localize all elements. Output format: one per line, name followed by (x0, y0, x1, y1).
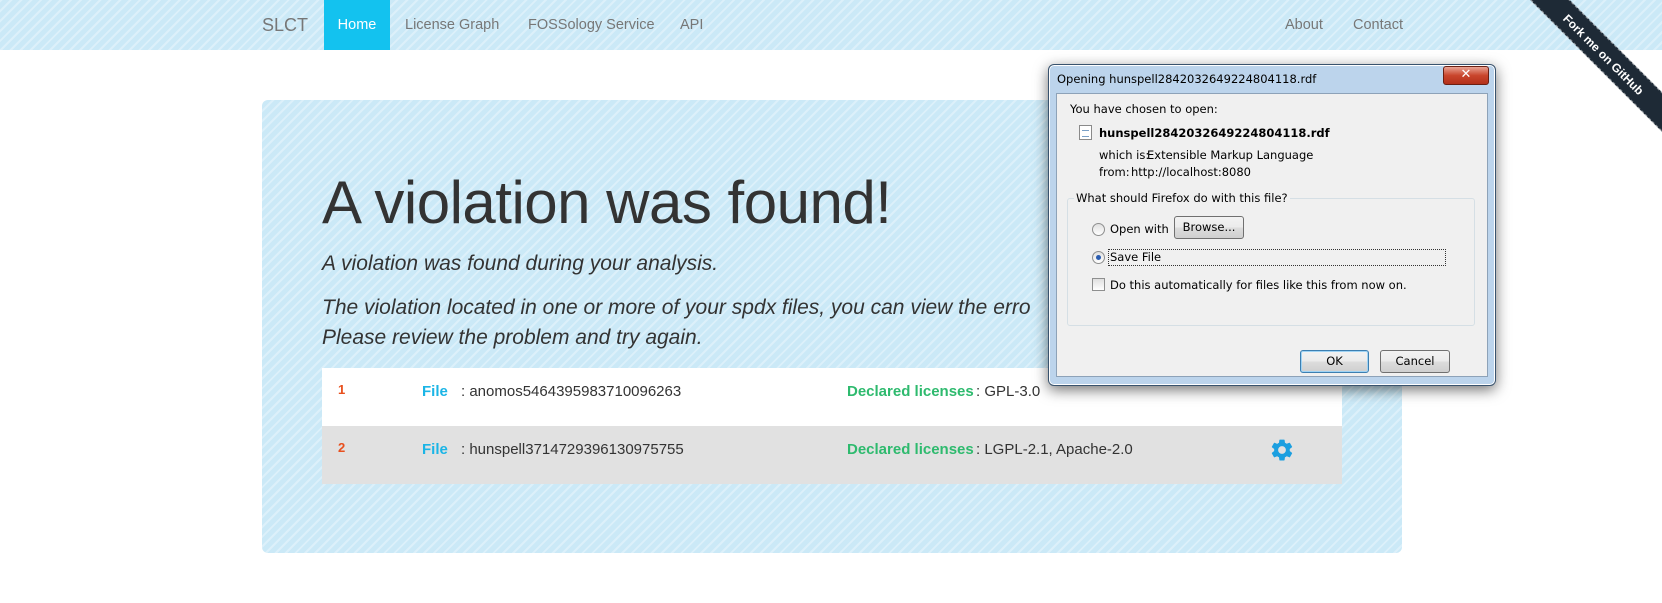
from-label: from: (1099, 165, 1130, 179)
auto-action-label[interactable]: Do this automatically for files like thi… (1110, 278, 1407, 292)
chosen-to-open-label: You have chosen to open: (1070, 102, 1218, 116)
violation-message: The violation located in one or more of … (322, 296, 1031, 319)
file-name: : hunspell3714729396130975755 (461, 441, 684, 458)
close-icon: ✕ (1460, 67, 1472, 82)
dialog-title: Opening hunspell2842032649224804118.rdf (1057, 72, 1317, 86)
dialog-body: You have chosen to open: hunspell2842032… (1056, 93, 1488, 377)
dialog-file-name: hunspell2842032649224804118.rdf (1099, 126, 1330, 140)
fork-on-github-ribbon[interactable]: Fork me on GitHub (1516, 0, 1662, 142)
nav-license-graph[interactable]: License Graph (405, 0, 499, 50)
open-file-dialog: Opening hunspell2842032649224804118.rdf … (1048, 64, 1496, 386)
action-question: What should Firefox do with this file? (1074, 191, 1290, 205)
declared-licenses-label: Declared licenses (847, 383, 974, 400)
file-name: : anomos5464395983710096263 (461, 383, 682, 400)
gear-icon[interactable] (1269, 437, 1295, 463)
nav-home[interactable]: Home (324, 0, 390, 50)
declared-licenses-value: GPL-3.0 (984, 383, 1041, 400)
action-group: What should Firefox do with this file? O… (1067, 191, 1475, 326)
github-ribbon-container: Fork me on GitHub (1512, 0, 1662, 150)
open-with-radio[interactable] (1092, 223, 1105, 236)
browse-button[interactable]: Browse... (1174, 216, 1244, 239)
file-type-value: Extensible Markup Language (1147, 148, 1314, 162)
file-name-value: anomos5464395983710096263 (469, 383, 682, 400)
auto-action-checkbox[interactable] (1092, 278, 1105, 291)
result-row: 2 File : hunspell3714729396130975755 Dec… (322, 426, 1342, 484)
brand[interactable]: SLCT (262, 15, 308, 36)
file-label: File (422, 383, 448, 400)
result-index: 2 (338, 440, 346, 455)
nav-fossology-service[interactable]: FOSSology Service (528, 0, 655, 50)
nav-api[interactable]: API (680, 0, 703, 50)
result-index: 1 (338, 382, 346, 397)
open-with-label[interactable]: Open with (1110, 222, 1169, 236)
document-icon (1079, 125, 1092, 140)
source-url-value: http://localhost:8080 (1131, 165, 1251, 179)
violation-instruction: Please review the problem and try again. (322, 326, 703, 349)
declared-licenses: : LGPL-2.1, Apache-2.0 (976, 441, 1133, 458)
file-name-value: hunspell3714729396130975755 (469, 441, 684, 458)
ok-button[interactable]: OK (1300, 350, 1369, 373)
declared-licenses-label: Declared licenses (847, 441, 974, 458)
nav-about[interactable]: About (1285, 0, 1323, 50)
which-is-label: which is: (1099, 148, 1150, 162)
violation-subtitle: A violation was found during your analys… (322, 252, 719, 275)
navbar: SLCT Home License Graph FOSSology Servic… (0, 0, 1662, 50)
declared-licenses-value: LGPL-2.1, Apache-2.0 (984, 441, 1133, 458)
cancel-button[interactable]: Cancel (1380, 350, 1450, 373)
file-label: File (422, 441, 448, 458)
close-button[interactable]: ✕ (1443, 66, 1489, 85)
nav-contact[interactable]: Contact (1353, 0, 1403, 50)
save-file-label[interactable]: Save File (1110, 250, 1161, 264)
save-file-radio[interactable] (1092, 251, 1105, 264)
declared-licenses: : GPL-3.0 (976, 383, 1041, 400)
page-title: A violation was found! (322, 169, 892, 236)
